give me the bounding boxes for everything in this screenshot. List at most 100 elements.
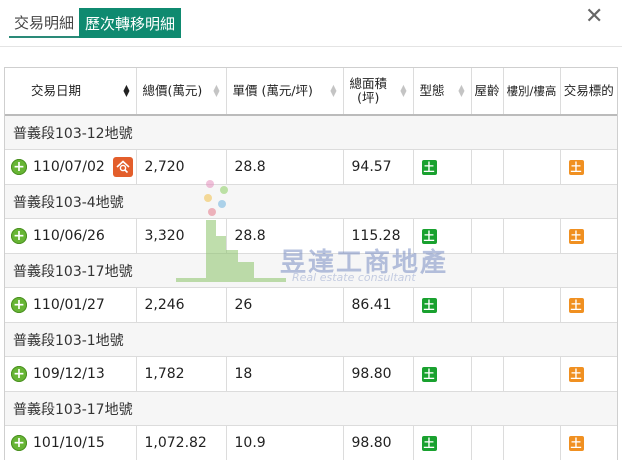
tab-bar: 交易明細 歷次轉移明細 [9,8,181,38]
group-header-row: 普義段103-1地號 [5,323,617,357]
target-cell: 土 [560,426,617,460]
parcel-title: 普義段103-4地號 [5,185,617,219]
target-cell: 土 [560,219,617,254]
transaction-date: 110/06/26 [33,228,105,244]
land-type-badge: 土 [422,160,437,175]
group-header-row: 普義段103-17地號 [5,392,617,426]
parcel-title: 普義段103-1地號 [5,323,617,357]
sort-desc-icon[interactable]: ▲▼ [122,85,132,97]
floor-cell [503,219,560,254]
expand-plus-icon[interactable]: + [11,297,27,313]
date-cell: + 109/12/13 [5,357,136,392]
expand-plus-icon[interactable]: + [11,228,27,244]
land-type-badge: 土 [422,229,437,244]
transaction-date: 109/12/13 [33,366,105,382]
col-header-area[interactable]: 總面積(坪) ▲▼ [343,68,413,115]
target-cell: 土 [560,150,617,185]
parcel-title: 普義段103-17地號 [5,254,617,288]
close-button[interactable]: ✕ [585,4,603,30]
type-cell: 土 [413,288,471,323]
parcel-title: 普義段103-12地號 [5,115,617,150]
type-cell: 土 [413,426,471,460]
col-header-unit-price-label: 單價 (萬元/坪) [233,84,313,98]
land-target-badge: 土 [569,229,584,244]
land-type-badge: 土 [422,436,437,451]
unit-price: 26 [226,288,343,323]
date-cell: + 110/01/27 [5,288,136,323]
group-header-row: 普義段103-17地號 [5,254,617,288]
target-cell: 土 [560,357,617,392]
age-cell [471,426,503,460]
total-area: 86.41 [343,288,413,323]
col-header-target-label: 交易標的 [564,84,614,98]
col-header-unit-price[interactable]: 單價 (萬元/坪) ▲▼ [226,68,343,115]
sort-icon[interactable]: ▲▼ [212,85,222,97]
age-cell [471,150,503,185]
expand-plus-icon[interactable]: + [11,366,27,382]
type-cell: 土 [413,357,471,392]
type-cell: 土 [413,150,471,185]
transaction-date: 101/10/15 [33,435,105,451]
col-header-total-label: 總價(萬元) [143,84,203,98]
floor-cell [503,357,560,392]
total-price: 1,782 [136,357,226,392]
unit-price: 28.8 [226,219,343,254]
col-header-date-label: 交易日期 [11,84,81,98]
col-header-type[interactable]: 型態 ▲▼ [413,68,471,115]
table-row: + 110/07/02 2,720 28.8 94.57 土 土 [5,150,617,185]
table-row: + 109/12/13 1,782 18 98.80 土 土 [5,357,617,392]
house-search-icon[interactable] [113,157,133,177]
col-header-type-label: 型態 [420,84,445,98]
transaction-date: 110/01/27 [33,297,105,313]
col-header-area-unit: (坪) [357,90,379,105]
unit-price: 28.8 [226,150,343,185]
total-area: 98.80 [343,357,413,392]
col-header-target: 交易標的 [560,68,617,115]
col-header-age: 屋齡 [471,68,503,115]
total-price: 3,320 [136,219,226,254]
land-type-badge: 土 [422,298,437,313]
expand-plus-icon[interactable]: + [11,435,27,451]
table-row: + 101/10/15 1,072.82 10.9 98.80 土 土 [5,426,617,460]
total-area: 94.57 [343,150,413,185]
group-header-row: 普義段103-12地號 [5,115,617,150]
floor-cell [503,288,560,323]
land-target-badge: 土 [569,436,584,451]
floor-cell [503,426,560,460]
target-cell: 土 [560,288,617,323]
table-header-row: 交易日期 ▲▼ 總價(萬元) ▲▼ 單價 (萬元/坪) ▲▼ 總面積(坪) ▲▼ [5,68,617,115]
age-cell [471,357,503,392]
unit-price: 10.9 [226,426,343,460]
col-header-date[interactable]: 交易日期 ▲▼ [5,68,136,115]
sort-icon[interactable]: ▲▼ [329,85,339,97]
total-price: 1,072.82 [136,426,226,460]
land-type-badge: 土 [422,367,437,382]
date-cell: + 110/06/26 [5,219,136,254]
expand-plus-icon[interactable]: + [11,159,27,175]
table-row: + 110/06/26 3,320 28.8 115.28 土 土 [5,219,617,254]
total-price: 2,720 [136,150,226,185]
group-header-row: 普義段103-4地號 [5,185,617,219]
sort-icon[interactable]: ▲▼ [399,85,409,97]
total-area: 98.80 [343,426,413,460]
tab-transfer-history[interactable]: 歷次轉移明細 [79,8,181,38]
transaction-date: 110/07/02 [33,159,105,175]
total-price: 2,246 [136,288,226,323]
total-area: 115.28 [343,219,413,254]
close-icon[interactable]: ✕ [585,4,603,29]
col-header-floor: 樓別/樓高 [503,68,560,115]
floor-cell [503,150,560,185]
unit-price: 18 [226,357,343,392]
tab-transaction-details[interactable]: 交易明細 [9,8,79,38]
sort-icon[interactable]: ▲▼ [457,85,467,97]
age-cell [471,219,503,254]
col-header-area-label: 總面積 [350,76,388,91]
land-target-badge: 土 [569,298,584,313]
type-cell: 土 [413,219,471,254]
col-header-age-label: 屋齡 [474,84,499,98]
age-cell [471,288,503,323]
col-header-total[interactable]: 總價(萬元) ▲▼ [136,68,226,115]
land-target-badge: 土 [569,367,584,382]
date-cell: + 101/10/15 [5,426,136,460]
header-divider [0,46,622,47]
